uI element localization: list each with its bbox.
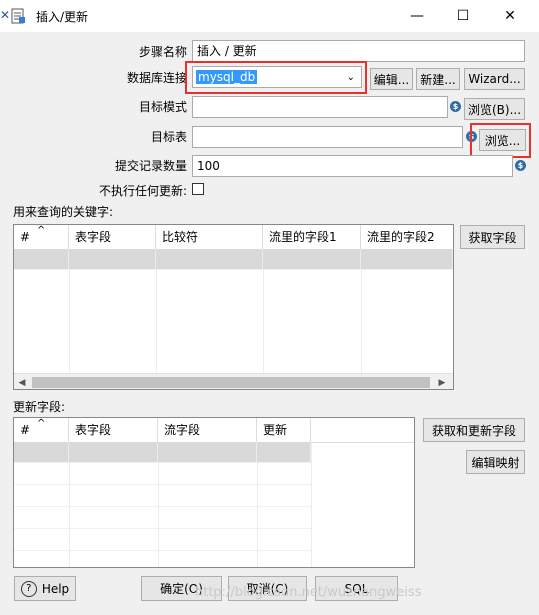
column-header[interactable]: 流字段 bbox=[158, 418, 257, 442]
table-input[interactable] bbox=[192, 126, 463, 148]
schema-input[interactable] bbox=[192, 96, 448, 118]
connection-select[interactable]: mysql_db ⌄ bbox=[192, 66, 362, 88]
keys-table[interactable]: # ^ 表字段 比较符 流里的字段1 流里的字段2 ◀ ▶ bbox=[13, 224, 454, 390]
column-header[interactable]: 流里的字段1 bbox=[263, 225, 361, 249]
get-update-fields-button[interactable]: 获取和更新字段 bbox=[423, 418, 525, 442]
column-header[interactable]: # ^ bbox=[14, 225, 69, 249]
table-row[interactable] bbox=[14, 507, 311, 529]
horizontal-scrollbar[interactable]: ◀ ▶ bbox=[14, 373, 453, 389]
table-row[interactable] bbox=[14, 529, 311, 551]
background-app-icon: ✕ bbox=[0, 8, 11, 22]
scroll-left-icon[interactable]: ◀ bbox=[14, 375, 30, 389]
column-header[interactable]: 流里的字段2 bbox=[361, 225, 453, 249]
wizard-button[interactable]: Wizard... bbox=[464, 68, 525, 90]
step-name-label: 步骤名称 bbox=[138, 45, 187, 59]
table-row[interactable] bbox=[14, 249, 453, 270]
edit-mapping-button[interactable]: 编辑映射 bbox=[466, 450, 525, 474]
app-icon bbox=[10, 8, 26, 24]
update-section-label: 更新字段: bbox=[13, 400, 66, 414]
sort-asc-icon: ^ bbox=[37, 225, 46, 236]
browse-schema-button[interactable]: 浏览(B)... bbox=[464, 98, 525, 120]
variable-icon: $ bbox=[515, 160, 526, 171]
browse-table-button[interactable]: 浏览... bbox=[479, 129, 526, 151]
step-name-input[interactable]: 插入 / 更新 bbox=[192, 40, 525, 62]
column-header[interactable]: # ^ bbox=[14, 418, 69, 442]
column-header[interactable]: 比较符 bbox=[156, 225, 263, 249]
maximize-button[interactable]: ☐ bbox=[440, 0, 486, 32]
commit-size-label: 提交记录数量 bbox=[114, 159, 187, 173]
new-connection-button[interactable]: 新建... bbox=[416, 68, 460, 90]
update-table-header: # ^ 表字段 流字段 更新 bbox=[14, 418, 414, 443]
minimize-button[interactable]: — bbox=[394, 0, 440, 32]
table-row[interactable] bbox=[14, 463, 311, 485]
column-header[interactable]: 表字段 bbox=[69, 418, 158, 442]
table-row[interactable] bbox=[14, 485, 311, 507]
scroll-thumb[interactable] bbox=[32, 377, 430, 388]
connection-value: mysql_db bbox=[196, 70, 258, 84]
scroll-right-icon[interactable]: ▶ bbox=[434, 375, 450, 389]
no-update-checkbox[interactable] bbox=[192, 183, 204, 195]
window-title: 插入/更新 bbox=[36, 10, 89, 24]
minimize-icon: — bbox=[410, 8, 424, 24]
commit-size-input[interactable]: 100 bbox=[192, 155, 513, 177]
update-table[interactable]: # ^ 表字段 流字段 更新 bbox=[13, 417, 415, 568]
table-label: 目标表 bbox=[150, 130, 187, 144]
get-fields-button[interactable]: 获取字段 bbox=[460, 225, 525, 249]
column-header[interactable]: 更新 bbox=[257, 418, 311, 442]
maximize-icon: ☐ bbox=[456, 8, 470, 24]
no-update-label: 不执行任何更新: bbox=[98, 184, 187, 198]
keys-section-label: 用来查询的关键字: bbox=[13, 205, 114, 219]
table-row[interactable] bbox=[14, 442, 311, 463]
schema-label: 目标模式 bbox=[138, 100, 187, 114]
column-header[interactable]: 表字段 bbox=[69, 225, 156, 249]
variable-icon: $ bbox=[450, 101, 461, 112]
keys-table-header: # ^ 表字段 比较符 流里的字段1 流里的字段2 bbox=[14, 225, 453, 250]
close-button[interactable]: ✕ bbox=[487, 0, 533, 32]
chevron-down-icon: ⌄ bbox=[346, 72, 355, 83]
help-icon: ? bbox=[20, 580, 37, 597]
watermark: http://blog.csdn.net/wuzhangweiss bbox=[195, 585, 422, 600]
close-icon: ✕ bbox=[504, 8, 516, 24]
connection-label: 数据库连接 bbox=[126, 71, 187, 85]
sort-asc-icon: ^ bbox=[37, 418, 46, 429]
help-button[interactable]: ? Help bbox=[14, 576, 76, 601]
edit-connection-button[interactable]: 编辑... bbox=[370, 68, 413, 90]
